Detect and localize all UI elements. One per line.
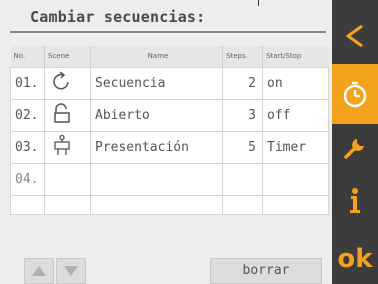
arrow-down-icon (64, 266, 78, 276)
back-button[interactable] (332, 10, 378, 62)
sequence-screen: Cambiar secuencias: No. Scene Name Steps… (0, 0, 332, 284)
table-row[interactable]: 03. Presentación 5 Timer (10, 130, 329, 164)
rotate-arrow-icon (44, 66, 91, 100)
wrench-icon (344, 139, 364, 159)
sequence-start-stop: on (262, 66, 329, 100)
sequence-start-stop: Timer (262, 130, 329, 164)
bottom-toolbar: borrar (10, 258, 326, 284)
sequence-steps: 2 (222, 66, 263, 100)
info-button[interactable] (332, 172, 378, 230)
settings-button[interactable] (332, 124, 378, 172)
row-number: 01. (10, 66, 45, 100)
table-row[interactable]: 01. Secuencia 2 on (10, 66, 329, 100)
table-row[interactable]: 02. Abierto 3 off (10, 98, 329, 132)
delete-button[interactable]: borrar (210, 258, 322, 284)
sequence-steps: 3 (222, 98, 263, 132)
move-up-button[interactable] (24, 258, 54, 284)
sequence-name (90, 162, 223, 196)
presentation-icon (44, 130, 91, 164)
empty-cell (10, 194, 45, 215)
sequence-name: Abierto (90, 98, 223, 132)
table-row-empty (10, 194, 329, 215)
column-header-scene: Scene (44, 46, 91, 67)
sequence-icon-cell (44, 162, 91, 196)
title-divider (10, 31, 326, 33)
column-header-name: Name (90, 46, 223, 67)
timer-button[interactable] (332, 64, 378, 124)
sequence-steps: 5 (222, 130, 263, 164)
back-arrow-icon (346, 24, 363, 48)
row-number: 03. (10, 130, 45, 164)
move-down-button[interactable] (56, 258, 86, 284)
column-header-steps: Steps (222, 46, 263, 67)
sequence-start-stop: off (262, 98, 329, 132)
sequence-table: No. Scene Name Steps Start/Stop 01. Secu… (10, 46, 329, 215)
column-header-no: No. (10, 46, 45, 67)
table-header-row: No. Scene Name Steps Start/Stop (10, 46, 329, 67)
sequence-name: Presentación (90, 130, 223, 164)
table-row[interactable]: 04. (10, 162, 329, 196)
arrow-up-icon (32, 266, 46, 276)
top-notch (258, 0, 259, 6)
sequence-steps (222, 162, 263, 196)
stopwatch-icon (343, 81, 367, 108)
ok-button[interactable]: ok (332, 234, 378, 284)
row-number: 02. (10, 98, 45, 132)
empty-cell (44, 194, 91, 215)
empty-cell (90, 194, 223, 215)
sidebar: ok (332, 0, 378, 284)
info-icon (350, 188, 360, 213)
sequence-name: Secuencia (90, 66, 223, 100)
column-header-start-stop: Start/Stop (262, 46, 329, 67)
sequence-start-stop (262, 162, 329, 196)
empty-cell (262, 194, 329, 215)
row-number: 04. (10, 162, 45, 196)
page-title: Cambiar secuencias: (30, 8, 206, 26)
empty-cell (222, 194, 263, 215)
open-lock-icon (44, 98, 91, 132)
